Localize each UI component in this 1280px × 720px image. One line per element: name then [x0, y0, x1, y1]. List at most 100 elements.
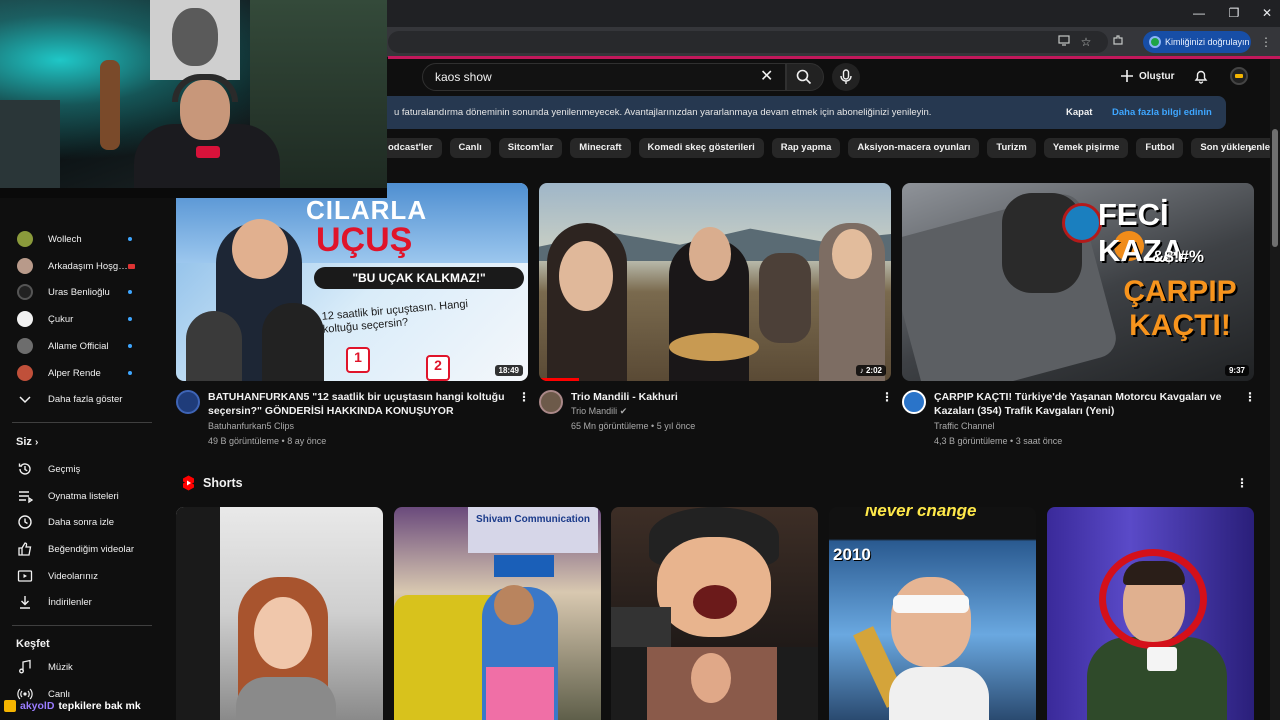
more-options-icon[interactable]: ⋮: [881, 390, 893, 404]
sidebar-sub-uras[interactable]: Uras Benlioğlu: [0, 279, 154, 305]
search-input[interactable]: kaos show: [422, 63, 786, 91]
sidebar-sub-cukur[interactable]: Çukur: [0, 306, 154, 332]
person-face: [832, 229, 872, 279]
video-channel-name[interactable]: Trio Mandili ✔: [571, 406, 627, 417]
chip-sitcoms[interactable]: Sitcom'lar: [498, 138, 563, 158]
short-card[interactable]: Never change 2010: [829, 507, 1036, 720]
highlight-circle: [1099, 549, 1207, 649]
chevron-right-icon[interactable]: ›: [1240, 139, 1260, 159]
sidebar-item-label: Allame Official: [48, 340, 109, 352]
sidebar-item-music[interactable]: Müzik: [0, 654, 154, 680]
banner-text: u faturalandırma döneminin sonunda yenil…: [394, 107, 932, 118]
channel-avatar: [17, 231, 33, 247]
video-meta: 65 Mn görüntüleme • 5 yıl önce: [571, 421, 696, 431]
verified-badge-icon: ✔: [619, 406, 628, 416]
close-window-icon[interactable]: ✕: [1260, 6, 1274, 20]
sidebar-item-watch-later[interactable]: Daha sonra izle: [0, 509, 154, 535]
short-card[interactable]: [1047, 507, 1254, 720]
music-icon: [19, 659, 31, 674]
chip-tourism[interactable]: Turizm: [987, 138, 1036, 158]
create-button[interactable]: Oluştur: [1120, 66, 1175, 86]
person-face: [689, 227, 731, 281]
history-icon: [18, 463, 31, 475]
sidebar-you-heading[interactable]: Siz ›: [16, 436, 38, 448]
sidebar-item-history[interactable]: Geçmiş: [0, 456, 154, 482]
search-icon: [796, 69, 812, 85]
banner-dismiss-button[interactable]: Kapat: [1066, 107, 1092, 118]
short-card[interactable]: Shivam Communication: [394, 507, 601, 720]
channel-label: Trio Mandili: [571, 406, 618, 416]
chip-rap[interactable]: Rap yapma: [771, 138, 841, 158]
chip-sketch-comedy[interactable]: Komedi skeç gösterileri: [638, 138, 764, 158]
video-meta: 4,3 B görüntüleme • 3 saat önce: [934, 436, 1063, 446]
clear-search-icon[interactable]: ✕: [760, 66, 773, 86]
sidebar-sub-wollech[interactable]: Wollech: [0, 226, 154, 252]
bookmark-star-icon[interactable]: ☆: [1078, 34, 1094, 50]
more-options-icon[interactable]: ⋮: [1244, 390, 1256, 404]
short-card[interactable]: [611, 507, 818, 720]
page-scrollbar[interactable]: [1270, 59, 1280, 720]
banner-learn-more-link[interactable]: Daha fazla bilgi edinin: [1112, 107, 1212, 118]
video-title[interactable]: ÇARPIP KAÇTI! Türkiye'de Yaşanan Motorcu…: [934, 390, 1234, 418]
sidebar-show-more[interactable]: Daha fazla göster: [0, 386, 154, 412]
sidebar-sub-arkadasim[interactable]: Arkadaşım Hoşg…: [0, 253, 154, 279]
sidebar-item-downloads[interactable]: İndirilenler: [0, 589, 154, 615]
sidebar-sub-alper[interactable]: Alper Rende: [0, 360, 154, 386]
voice-search-button[interactable]: [832, 63, 860, 91]
chip-football[interactable]: Futbol: [1136, 138, 1184, 158]
membership-banner: u faturalandırma döneminin sonunda yenil…: [376, 96, 1226, 129]
video-title[interactable]: Trio Mandili - Kakhuri: [571, 390, 871, 404]
chip-recently-uploaded[interactable]: Son yüklenenler: [1191, 138, 1280, 158]
browser-menu-icon[interactable]: ⋮: [1258, 34, 1274, 50]
video-title[interactable]: BATUHANFURKAN5 "12 saatlik bir uçuştasın…: [208, 390, 508, 418]
chip-action-adventure[interactable]: Aksiyon-macera oyunları: [848, 138, 980, 158]
controller: [196, 146, 220, 158]
chip-cooking[interactable]: Yemek pişirme: [1043, 138, 1129, 158]
sidebar-item-liked-videos[interactable]: Beğendiğim videolar: [0, 536, 154, 562]
sidebar-item-label: Videolarınız: [48, 570, 98, 582]
video-channel-name[interactable]: Batuhanfurkan5 Clips: [208, 421, 294, 431]
chat-message: tepkilere bak mk: [58, 700, 141, 712]
sidebar-item-your-videos[interactable]: Videolarınız: [0, 563, 154, 589]
person-face: [559, 241, 613, 311]
channel-avatar[interactable]: [176, 390, 200, 414]
donkey: [759, 253, 811, 343]
notifications-bell-icon[interactable]: [1193, 68, 1209, 84]
person-figure: [262, 303, 324, 381]
short-card[interactable]: [176, 507, 383, 720]
more-options-icon[interactable]: ⋮: [518, 390, 530, 404]
channel-avatar[interactable]: [902, 390, 926, 414]
sidebar: Wollech Arkadaşım Hoşg… Uras Benlioğlu Ç…: [0, 190, 154, 720]
sidebar-item-playlists[interactable]: Oynatma listeleri: [0, 483, 154, 509]
video-duration: ♪ 2:02: [855, 365, 886, 376]
channel-avatar[interactable]: [539, 390, 563, 414]
playlist-icon: [19, 491, 33, 504]
install-app-icon[interactable]: [1056, 34, 1072, 50]
video-channel-name[interactable]: Traffic Channel: [934, 421, 995, 431]
chip-minecraft[interactable]: Minecraft: [570, 138, 631, 158]
video-duration: 9:37: [1224, 365, 1249, 376]
video-thumbnail[interactable]: CILARLA UÇUŞ "BU UÇAK KALKMAZ!" 12 saatl…: [176, 183, 528, 381]
scrollbar-thumb[interactable]: [1272, 129, 1278, 247]
restore-icon[interactable]: ❐: [1227, 6, 1241, 20]
verify-identity-button[interactable]: Kimliğinizi doğrulayın: [1143, 31, 1251, 53]
video-thumbnail[interactable]: ♪ 2:02: [539, 183, 891, 381]
microphone-stand: [611, 607, 671, 647]
open-mouth: [693, 585, 737, 619]
sidebar-item-label: Arkadaşım Hoşg…: [48, 260, 128, 272]
video-thumbnail[interactable]: FECİ KAZA &$!#% ÇARPIP KAÇTI! 9:37: [902, 183, 1254, 381]
account-avatar[interactable]: [1230, 67, 1248, 85]
search-button[interactable]: [786, 63, 824, 91]
sidebar-sub-allame[interactable]: Allame Official: [0, 333, 154, 359]
extensions-icon[interactable]: [1110, 34, 1126, 50]
sidebar-item-label: İndirilenler: [48, 596, 92, 608]
create-label: Oluştur: [1139, 70, 1175, 82]
channel-avatar: [17, 258, 33, 274]
profile-icon: [1149, 36, 1161, 48]
filter-chip-bar: odcast'ler Canlı Sitcom'lar Minecraft Ko…: [376, 138, 1280, 158]
address-bar[interactable]: [388, 31, 1108, 53]
chip-live[interactable]: Canlı: [449, 138, 491, 158]
minimize-icon[interactable]: —: [1192, 6, 1206, 20]
shorts-more-options-icon[interactable]: ⋮: [1236, 476, 1248, 490]
channel-avatar: [17, 311, 33, 327]
